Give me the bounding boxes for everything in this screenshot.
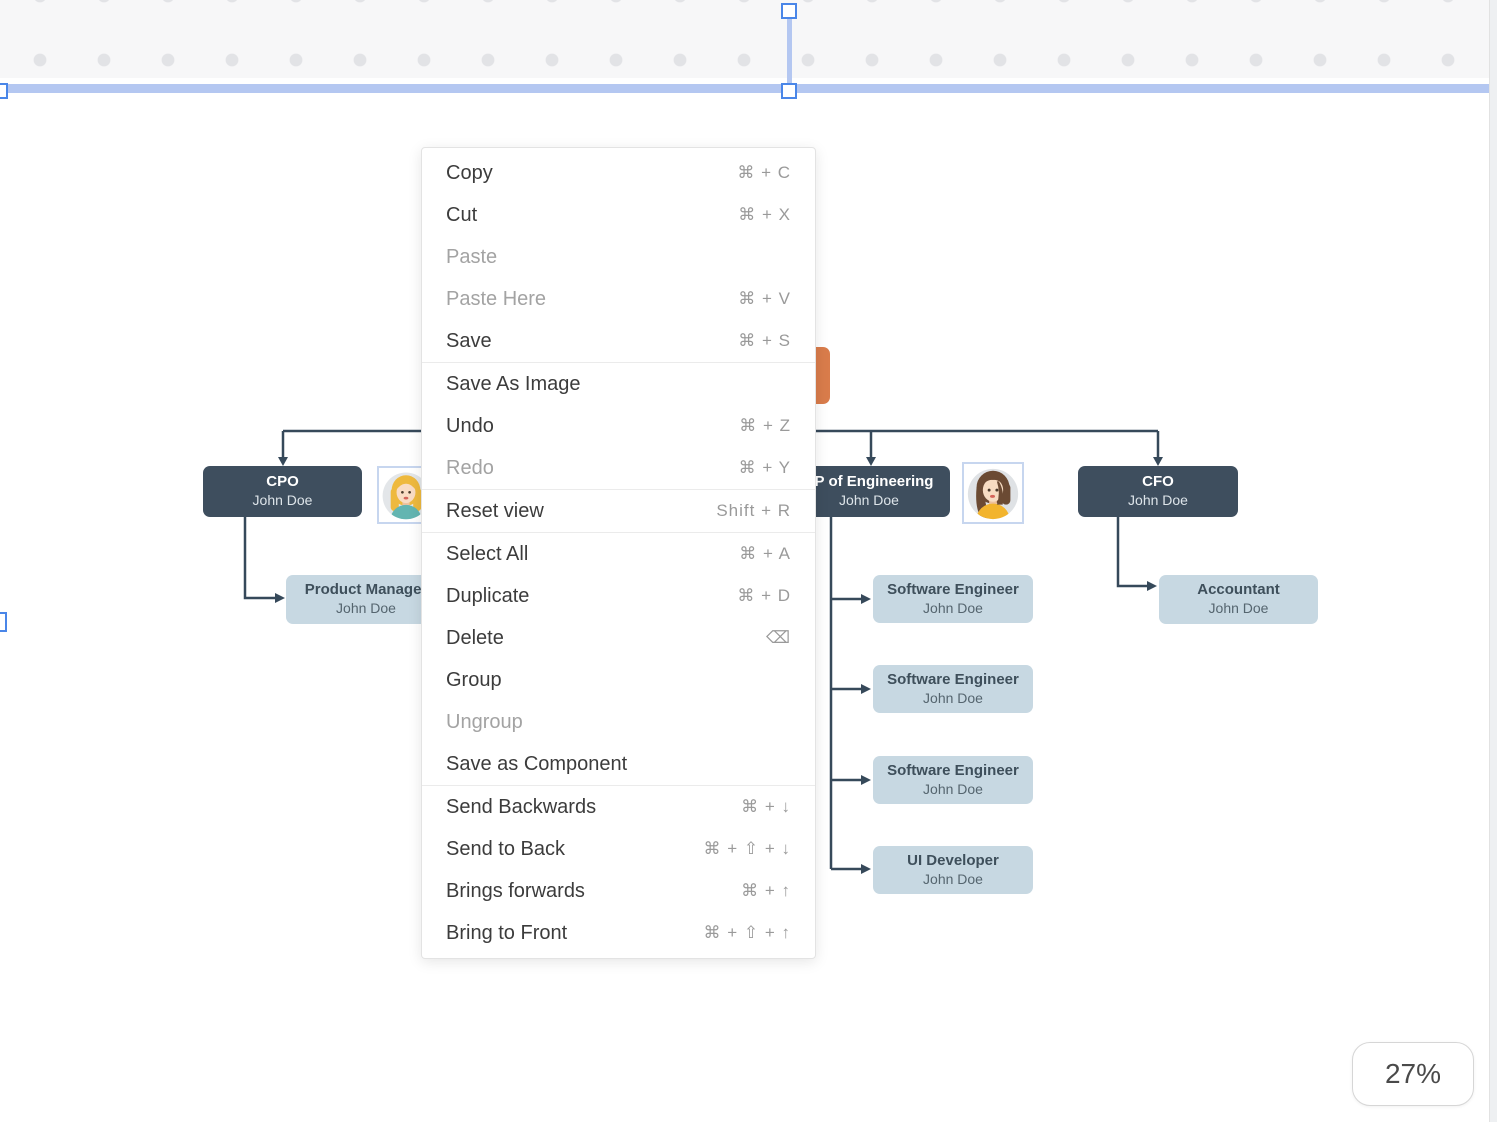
menu-item-label: Save as Component — [446, 753, 627, 776]
node-title: Accountant — [1197, 581, 1280, 600]
menu-item-save-as-image[interactable]: Save As Image — [422, 363, 815, 405]
menu-item-ungroup[interactable]: Ungroup — [422, 701, 815, 743]
menu-item-label: Copy — [446, 162, 493, 185]
menu-item-save[interactable]: Save ⌘ + S — [422, 320, 815, 362]
menu-item-shortcut: ⌘ + ↓ — [741, 797, 791, 817]
menu-item-reset-view[interactable]: Reset view Shift + R — [422, 490, 815, 532]
node-software-engineer-1[interactable]: Software Engineer John Doe — [873, 575, 1033, 623]
node-person: John Doe — [839, 492, 899, 510]
menu-item-label: Delete — [446, 627, 504, 650]
context-menu: Copy ⌘ + C Cut ⌘ + X Paste Paste Here ⌘ … — [421, 147, 816, 959]
node-person: John Doe — [1128, 492, 1188, 510]
menu-item-label: Duplicate — [446, 585, 529, 608]
menu-item-undo[interactable]: Undo ⌘ + Z — [422, 405, 815, 447]
menu-section-arrange: Send Backwards ⌘ + ↓ Send to Back ⌘ + ⇧ … — [422, 785, 815, 954]
menu-section-edit: Select All ⌘ + A Duplicate ⌘ + D Delete … — [422, 532, 815, 785]
menu-item-paste-here[interactable]: Paste Here ⌘ + V — [422, 278, 815, 320]
node-title: Software Engineer — [887, 581, 1019, 600]
menu-item-copy[interactable]: Copy ⌘ + C — [422, 152, 815, 194]
menu-item-shortcut: ⌘ + S — [738, 331, 791, 351]
menu-item-shortcut: ⌘ + D — [737, 586, 791, 606]
menu-item-shortcut: ⌘ + ⇧ + ↓ — [704, 839, 792, 859]
menu-item-label: Bring to Front — [446, 922, 567, 945]
menu-section-clipboard: Copy ⌘ + C Cut ⌘ + X Paste Paste Here ⌘ … — [422, 152, 815, 362]
selection-connector-line — [787, 12, 792, 90]
menu-item-duplicate[interactable]: Duplicate ⌘ + D — [422, 575, 815, 617]
menu-item-paste[interactable]: Paste — [422, 236, 815, 278]
menu-item-label: Group — [446, 669, 502, 692]
menu-section-history: Save As Image Undo ⌘ + Z Redo ⌘ + Y — [422, 362, 815, 489]
menu-item-redo[interactable]: Redo ⌘ + Y — [422, 447, 815, 489]
menu-item-label: Save — [446, 330, 492, 353]
menu-item-shortcut: ⌘ + C — [737, 163, 791, 183]
menu-item-label: Undo — [446, 415, 494, 438]
node-person: John Doe — [923, 690, 983, 708]
menu-item-label: Redo — [446, 457, 494, 480]
selection-handle-left[interactable] — [0, 83, 8, 99]
menu-item-label: Ungroup — [446, 711, 523, 734]
selection-handle-top[interactable] — [781, 3, 797, 19]
menu-item-label: Send to Back — [446, 838, 565, 861]
menu-item-shortcut: ⌘ + A — [739, 544, 791, 564]
menu-item-select-all[interactable]: Select All ⌘ + A — [422, 533, 815, 575]
node-cfo[interactable]: CFO John Doe — [1078, 466, 1238, 517]
avatar-brunette-woman-image — [964, 464, 1022, 522]
backspace-icon: ⌫ — [766, 628, 791, 648]
node-person: John Doe — [923, 871, 983, 889]
menu-item-label: Paste — [446, 246, 497, 269]
node-ui-developer[interactable]: UI Developer John Doe — [873, 846, 1033, 894]
menu-item-cut[interactable]: Cut ⌘ + X — [422, 194, 815, 236]
node-person: John Doe — [336, 600, 396, 618]
menu-item-label: Reset view — [446, 500, 544, 523]
menu-item-shortcut: ⌘ + ⇧ + ↑ — [704, 923, 792, 943]
diagram-canvas[interactable]: CPO John Doe VP of Engineering John Doe … — [0, 0, 1512, 1122]
node-title: VP of Engineering — [805, 473, 934, 492]
selected-lane-bar[interactable] — [0, 84, 1489, 93]
node-software-engineer-3[interactable]: Software Engineer John Doe — [873, 756, 1033, 804]
menu-item-send-backwards[interactable]: Send Backwards ⌘ + ↓ — [422, 786, 815, 828]
menu-item-label: Save As Image — [446, 373, 581, 396]
menu-item-shortcut: ⌘ + X — [738, 205, 791, 225]
menu-item-label: Cut — [446, 204, 477, 227]
avatar-brunette-woman[interactable] — [962, 462, 1024, 524]
selection-handle-left-mid[interactable] — [0, 612, 7, 632]
node-person: John Doe — [253, 492, 313, 510]
node-person: John Doe — [923, 781, 983, 799]
menu-item-shortcut: ⌘ + V — [738, 289, 791, 309]
menu-section-view: Reset view Shift + R — [422, 489, 815, 532]
menu-item-label: Paste Here — [446, 288, 546, 311]
menu-item-label: Send Backwards — [446, 796, 596, 819]
menu-item-shortcut: Shift + R — [716, 501, 791, 521]
node-title: Software Engineer — [887, 762, 1019, 781]
selection-handle-bottom[interactable] — [781, 83, 797, 99]
node-person: John Doe — [923, 600, 983, 618]
menu-item-shortcut: ⌘ + ↑ — [741, 881, 791, 901]
node-title: CFO — [1142, 473, 1174, 492]
node-title: CPO — [266, 473, 299, 492]
menu-item-shortcut: ⌘ + Y — [739, 458, 791, 478]
menu-item-group[interactable]: Group — [422, 659, 815, 701]
menu-item-shortcut: ⌘ + Z — [739, 416, 791, 436]
menu-item-delete[interactable]: Delete ⌫ — [422, 617, 815, 659]
node-cpo[interactable]: CPO John Doe — [203, 466, 362, 517]
zoom-level-value: 27% — [1385, 1058, 1441, 1090]
node-title: Software Engineer — [887, 671, 1019, 690]
menu-item-label: Select All — [446, 543, 528, 566]
zoom-level-badge[interactable]: 27% — [1352, 1042, 1474, 1106]
node-person: John Doe — [1209, 600, 1269, 618]
node-title: Product Manager — [305, 581, 428, 600]
menu-item-label: Brings forwards — [446, 880, 585, 903]
menu-item-send-to-back[interactable]: Send to Back ⌘ + ⇧ + ↓ — [422, 828, 815, 870]
node-accountant[interactable]: Accountant John Doe — [1159, 575, 1318, 624]
menu-item-brings-forwards[interactable]: Brings forwards ⌘ + ↑ — [422, 870, 815, 912]
menu-item-bring-to-front[interactable]: Bring to Front ⌘ + ⇧ + ↑ — [422, 912, 815, 954]
menu-item-save-as-component[interactable]: Save as Component — [422, 743, 815, 785]
node-software-engineer-2[interactable]: Software Engineer John Doe — [873, 665, 1033, 713]
node-title: UI Developer — [907, 852, 999, 871]
